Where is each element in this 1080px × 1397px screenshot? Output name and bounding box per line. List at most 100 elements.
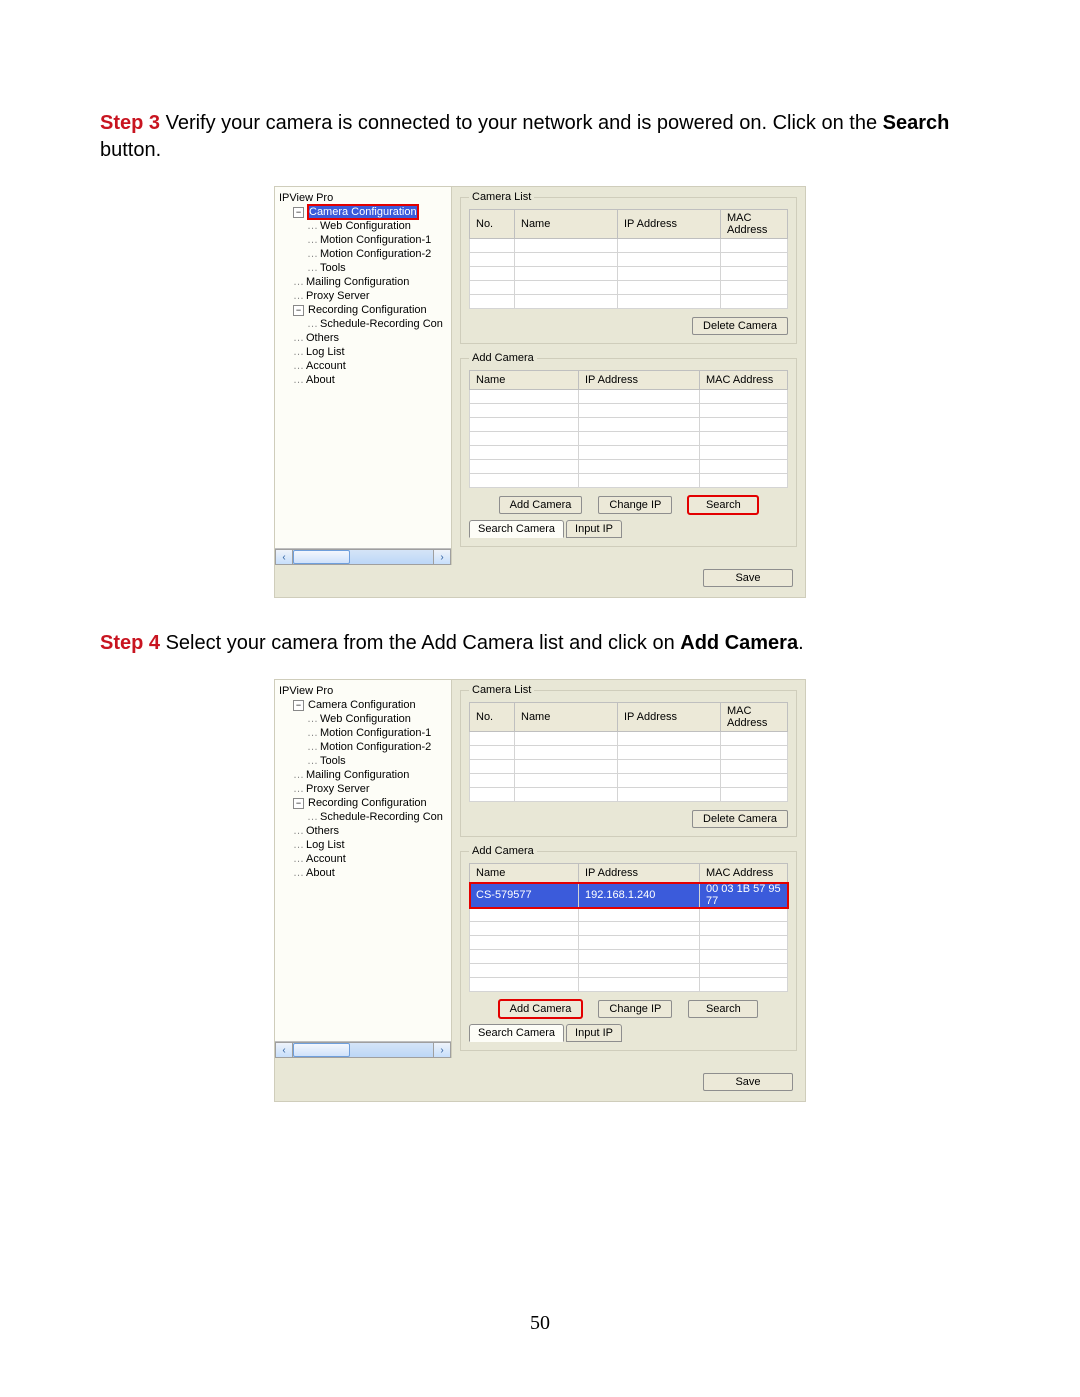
tree-camera-config[interactable]: −Camera Configuration bbox=[293, 698, 447, 712]
table-row[interactable] bbox=[470, 978, 788, 992]
tab-search-camera[interactable]: Search Camera bbox=[469, 520, 564, 538]
add-camera-button[interactable]: Add Camera bbox=[499, 1000, 583, 1018]
cell bbox=[618, 253, 721, 267]
tree-tools[interactable]: Tools bbox=[307, 754, 447, 768]
tree-motion2[interactable]: Motion Configuration-2 bbox=[307, 247, 447, 261]
tree-web-config[interactable]: Web Configuration bbox=[307, 712, 447, 726]
scroll-track[interactable] bbox=[293, 549, 433, 565]
cell bbox=[470, 295, 515, 309]
scroll-left-icon[interactable]: ‹ bbox=[275, 549, 293, 565]
table-row[interactable] bbox=[470, 746, 788, 760]
col-ip[interactable]: IP Address bbox=[618, 703, 721, 732]
col-ip[interactable]: IP Address bbox=[618, 210, 721, 239]
tree-tools[interactable]: Tools bbox=[307, 261, 447, 275]
col-name[interactable]: Name bbox=[470, 864, 579, 883]
col-ip[interactable]: IP Address bbox=[579, 864, 700, 883]
table-row[interactable] bbox=[470, 404, 788, 418]
col-mac[interactable]: MAC Address bbox=[700, 864, 788, 883]
col-mac[interactable]: MAC Address bbox=[721, 703, 788, 732]
table-row[interactable] bbox=[470, 281, 788, 295]
tree-others[interactable]: Others bbox=[293, 331, 447, 345]
scroll-right-icon[interactable]: › bbox=[433, 1042, 451, 1058]
table-row[interactable] bbox=[470, 774, 788, 788]
table-row[interactable] bbox=[470, 446, 788, 460]
save-button[interactable]: Save bbox=[703, 1073, 793, 1091]
col-name[interactable]: Name bbox=[515, 210, 618, 239]
search-button[interactable]: Search bbox=[688, 1000, 758, 1018]
col-mac[interactable]: MAC Address bbox=[700, 371, 788, 390]
tab-search-camera[interactable]: Search Camera bbox=[469, 1024, 564, 1042]
tree-scrollbar[interactable]: ‹ › bbox=[275, 548, 451, 565]
tree-camera-config[interactable]: −Camera Configuration bbox=[293, 205, 447, 219]
tree-motion2[interactable]: Motion Configuration-2 bbox=[307, 740, 447, 754]
search-button[interactable]: Search bbox=[688, 496, 758, 514]
tree-proxy[interactable]: Proxy Server bbox=[293, 782, 447, 796]
col-no[interactable]: No. bbox=[470, 210, 515, 239]
change-ip-button[interactable]: Change IP bbox=[598, 496, 672, 514]
cell bbox=[721, 267, 788, 281]
scroll-right-icon[interactable]: › bbox=[433, 549, 451, 565]
scroll-left-icon[interactable]: ‹ bbox=[275, 1042, 293, 1058]
tree-account[interactable]: Account bbox=[293, 852, 447, 866]
cell bbox=[515, 774, 618, 788]
change-ip-button[interactable]: Change IP bbox=[598, 1000, 672, 1018]
table-row[interactable] bbox=[470, 474, 788, 488]
tree-others[interactable]: Others bbox=[293, 824, 447, 838]
tree-loglist[interactable]: Log List bbox=[293, 345, 447, 359]
tree-mailing[interactable]: Mailing Configuration bbox=[293, 275, 447, 289]
tab-input-ip[interactable]: Input IP bbox=[566, 1024, 622, 1042]
tree-recording[interactable]: −Recording Configuration bbox=[293, 796, 447, 810]
table-row[interactable] bbox=[470, 908, 788, 922]
table-row[interactable] bbox=[470, 460, 788, 474]
table-row[interactable] bbox=[470, 267, 788, 281]
scroll-track[interactable] bbox=[293, 1042, 433, 1058]
table-row[interactable] bbox=[470, 950, 788, 964]
col-ip[interactable]: IP Address bbox=[579, 371, 700, 390]
col-no[interactable]: No. bbox=[470, 703, 515, 732]
table-row[interactable] bbox=[470, 253, 788, 267]
table-row[interactable] bbox=[470, 788, 788, 802]
table-row[interactable] bbox=[470, 760, 788, 774]
table-row[interactable] bbox=[470, 964, 788, 978]
col-name[interactable]: Name bbox=[515, 703, 618, 732]
table-row[interactable] bbox=[470, 239, 788, 253]
cell bbox=[618, 281, 721, 295]
tab-input-ip[interactable]: Input IP bbox=[566, 520, 622, 538]
add-camera-button[interactable]: Add Camera bbox=[499, 496, 583, 514]
table-row[interactable] bbox=[470, 390, 788, 404]
tree-mailing[interactable]: Mailing Configuration bbox=[293, 768, 447, 782]
tree-recording[interactable]: −Recording Configuration bbox=[293, 303, 447, 317]
delete-camera-button[interactable]: Delete Camera bbox=[692, 810, 788, 828]
delete-camera-button[interactable]: Delete Camera bbox=[692, 317, 788, 335]
col-mac[interactable]: MAC Address bbox=[721, 210, 788, 239]
collapse-icon[interactable]: − bbox=[293, 700, 304, 711]
table-row[interactable] bbox=[470, 936, 788, 950]
tree-about[interactable]: About bbox=[293, 373, 447, 387]
tree-account[interactable]: Account bbox=[293, 359, 447, 373]
tree-proxy[interactable]: Proxy Server bbox=[293, 289, 447, 303]
collapse-icon[interactable]: − bbox=[293, 798, 304, 809]
scroll-thumb[interactable] bbox=[293, 1043, 350, 1057]
cell bbox=[618, 788, 721, 802]
collapse-icon[interactable]: − bbox=[293, 207, 304, 218]
col-name[interactable]: Name bbox=[470, 371, 579, 390]
table-row[interactable] bbox=[470, 922, 788, 936]
found-camera-row[interactable]: CS-579577 192.168.1.240 00 03 1B 57 95 7… bbox=[470, 883, 788, 908]
save-button[interactable]: Save bbox=[703, 569, 793, 587]
tree-motion1[interactable]: Motion Configuration-1 bbox=[307, 233, 447, 247]
tree-scrollbar[interactable]: ‹ › bbox=[275, 1041, 451, 1058]
tree-about[interactable]: About bbox=[293, 866, 447, 880]
tree-loglist[interactable]: Log List bbox=[293, 838, 447, 852]
table-row[interactable] bbox=[470, 418, 788, 432]
scroll-thumb[interactable] bbox=[293, 550, 350, 564]
tree-schedule-rec[interactable]: Schedule-Recording Con bbox=[307, 317, 447, 331]
collapse-icon[interactable]: − bbox=[293, 305, 304, 316]
table-row[interactable] bbox=[470, 432, 788, 446]
camera-config-children: Web Configuration Motion Configuration-1… bbox=[307, 712, 447, 768]
camera-config-selected[interactable]: Camera Configuration bbox=[308, 205, 418, 219]
table-row[interactable] bbox=[470, 295, 788, 309]
tree-schedule-rec[interactable]: Schedule-Recording Con bbox=[307, 810, 447, 824]
tree-web-config[interactable]: Web Configuration bbox=[307, 219, 447, 233]
table-row[interactable] bbox=[470, 732, 788, 746]
tree-motion1[interactable]: Motion Configuration-1 bbox=[307, 726, 447, 740]
